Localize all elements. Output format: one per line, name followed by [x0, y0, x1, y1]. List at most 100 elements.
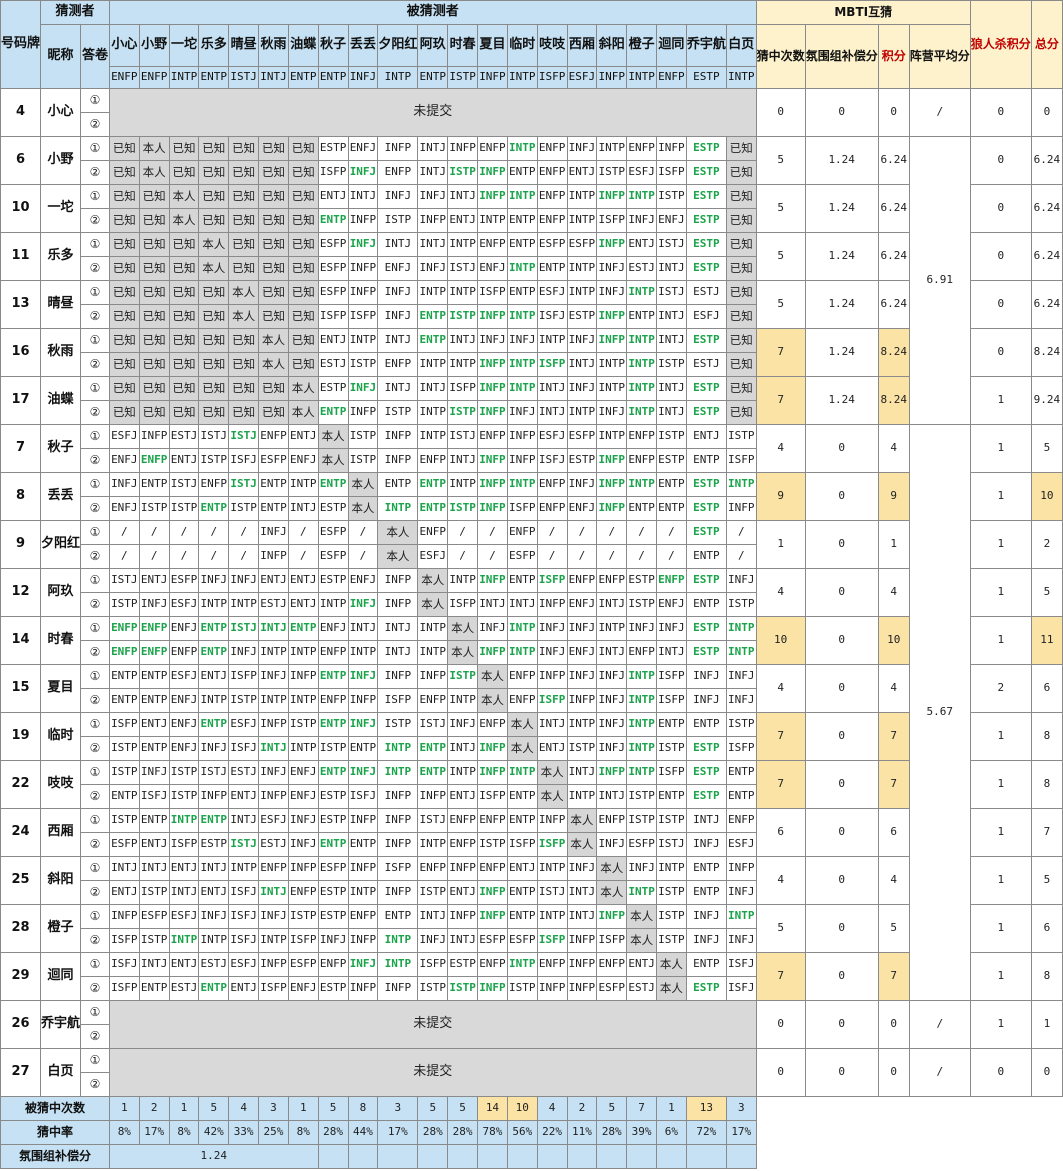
points-score: 9 [877, 472, 910, 521]
guess-cell: INFP [287, 856, 319, 881]
known-cell: 已知 [287, 352, 319, 377]
guess-cell: ESFJ [626, 160, 657, 185]
guess-cell: ISFP [725, 736, 757, 761]
total-score: 6 [1030, 904, 1063, 953]
correct-guess-cell: ISTJ [228, 424, 260, 449]
correct-guess-cell: ENFP [108, 616, 140, 641]
guess-cell: INFJ [477, 328, 508, 353]
guess-cell: ENTP [506, 904, 538, 929]
guess-cell: ENTP [685, 448, 727, 473]
guess-cell: ISFJ [228, 736, 260, 761]
known-cell: 已知 [198, 160, 230, 185]
guess-cell: ENTP [506, 160, 538, 185]
guess-cell: ENTJ [228, 976, 260, 1001]
atmosphere-score: 1.24 [804, 376, 879, 425]
guess-cell: INFP [506, 448, 538, 473]
hit-count: 4 [755, 568, 806, 617]
correct-guess-cell: INFP [596, 472, 628, 497]
guess-cell: / [287, 544, 319, 569]
points-score: 6.24 [877, 136, 910, 185]
total-score: 8.24 [1030, 328, 1063, 377]
column-name: 晴昼 [228, 24, 260, 67]
guess-cell: ENTP [685, 952, 727, 977]
guess-cell: ENTJ [168, 952, 200, 977]
guess-cell: ENTJ [198, 880, 230, 905]
guess-cell: ESFP [536, 232, 568, 257]
guess-cell: ESTJ [626, 976, 657, 1001]
known-cell: 已知 [198, 352, 230, 377]
guess-cell: INTJ [138, 952, 170, 977]
guess-cell: ISFP [447, 376, 479, 401]
guess-cell: INFP [377, 832, 419, 857]
guess-cell: INFJ [377, 304, 419, 329]
known-cell: 已知 [287, 304, 319, 329]
guess-cell: INTP [258, 688, 289, 713]
correct-guess-cell: ENTP [417, 304, 449, 329]
guess-cell: INFJ [258, 520, 289, 545]
known-cell: 已知 [725, 256, 757, 281]
column-name: 丢丢 [347, 24, 379, 67]
guess-cell: INTP [596, 136, 628, 161]
sheet-indicator: ② [80, 1072, 110, 1097]
guess-cell: INTJ [347, 616, 379, 641]
known-cell: 已知 [138, 328, 170, 353]
guess-cell: INTJ [138, 856, 170, 881]
guess-cell: INFJ [317, 928, 349, 953]
correct-guess-cell: INFP [596, 304, 628, 329]
player-id: 25 [0, 856, 42, 905]
guess-cell: ESTJ [228, 760, 260, 785]
correct-guess-cell: INTP [506, 376, 538, 401]
guess-cell: INFP [377, 784, 419, 809]
guess-cell: ESFJ [168, 904, 200, 929]
guess-cell: ESFJ [536, 280, 568, 305]
guess-cell: ISFP [656, 688, 687, 713]
guess-cell: / [596, 520, 628, 545]
guess-cell: INFP [377, 664, 419, 689]
guess-cell: ENTJ [138, 832, 170, 857]
guess-cell: ESTJ [198, 952, 230, 977]
guess-cell: INFJ [198, 736, 230, 761]
player-id: 11 [0, 232, 42, 281]
known-cell: 已知 [108, 280, 140, 305]
guess-cell: ISTP [138, 496, 170, 521]
sheet-indicator: ② [80, 160, 110, 185]
player-name: 油蝶 [40, 376, 82, 425]
guess-cell: ISFP [447, 592, 479, 617]
guess-cell: INTP [258, 928, 289, 953]
known-cell: 已知 [725, 280, 757, 305]
self-cell: 本人 [596, 856, 628, 881]
sheet-indicator: ① [80, 664, 110, 689]
guess-cell: INTP [198, 592, 230, 617]
correct-guess-cell: INFP [596, 760, 628, 785]
sheet-indicator: ① [80, 1048, 110, 1073]
self-cell: 本人 [506, 736, 538, 761]
guess-cell: ENTP [506, 232, 538, 257]
sheet-indicator: ① [80, 904, 110, 929]
guess-cell: INTP [198, 688, 230, 713]
hit-count: 7 [755, 328, 806, 377]
atmosphere-score: 1.24 [804, 328, 879, 377]
guess-cell: INTP [566, 400, 598, 425]
guess-cell: ENFP [258, 856, 289, 881]
faction-average: / [908, 1000, 971, 1049]
player-name: 白页 [40, 1048, 82, 1097]
guessed-count-cell: 8 [347, 1096, 379, 1121]
known-cell: 已知 [228, 160, 260, 185]
correct-guess-cell: INTP [506, 760, 538, 785]
hit-count: 0 [755, 1048, 806, 1097]
header-guessed: 被猜测者 [108, 0, 757, 25]
guess-cell: / [347, 520, 379, 545]
correct-guess-cell: INTP [506, 136, 538, 161]
guess-cell: ISFP [377, 856, 419, 881]
guess-cell: ISTP [377, 208, 419, 233]
total-score: 0 [1030, 1048, 1063, 1097]
guess-cell: ENTJ [138, 568, 170, 593]
known-cell: 已知 [287, 256, 319, 281]
sheet-indicator: ① [80, 232, 110, 257]
sheet-indicator: ① [80, 1000, 110, 1025]
correct-guess-cell: ENTP [198, 808, 230, 833]
footer-empty-cell [477, 1144, 508, 1169]
guess-cell: ENTP [506, 568, 538, 593]
self-cell: 本人 [477, 664, 508, 689]
guess-cell: INTJ [596, 784, 628, 809]
